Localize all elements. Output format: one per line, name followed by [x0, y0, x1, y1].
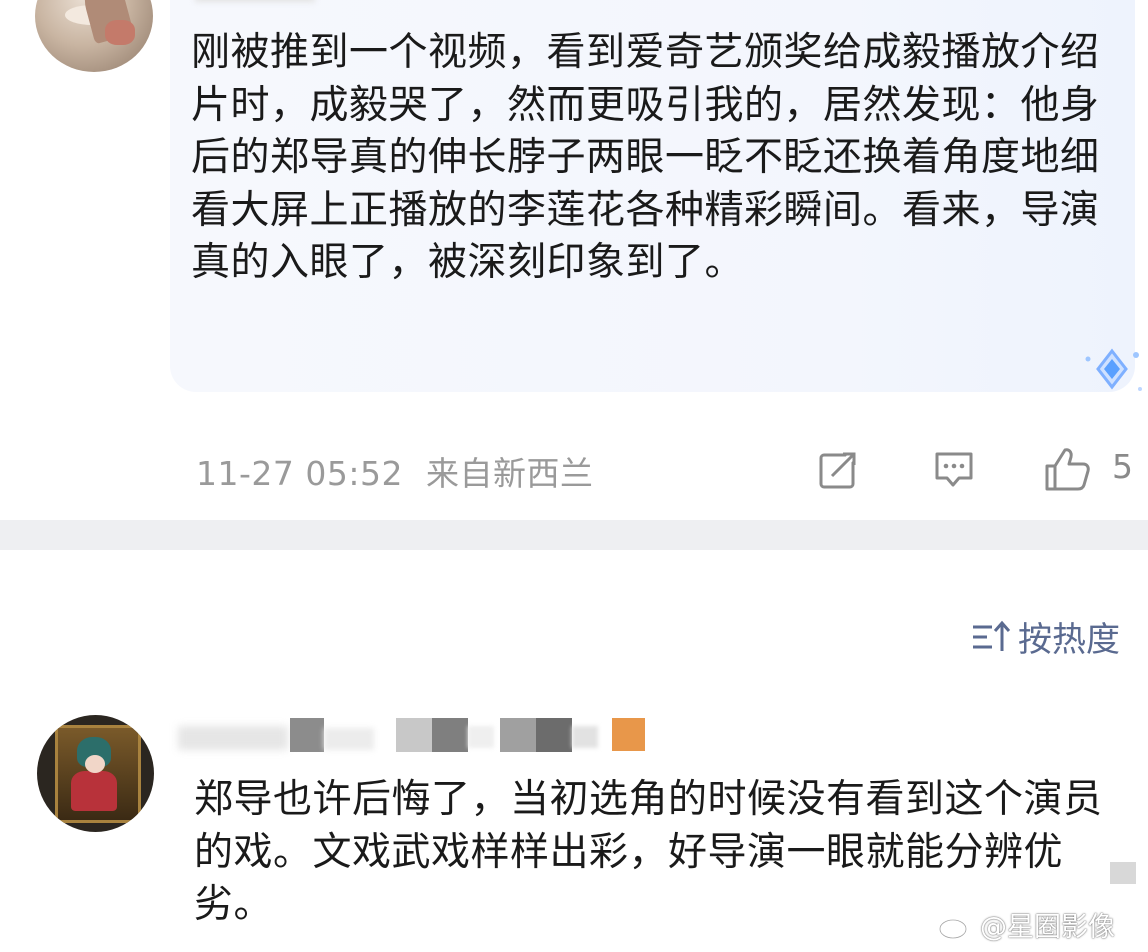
weibo-logo-icon	[938, 912, 973, 939]
comment-meta: 11-27 05:52 来自新西兰	[196, 447, 593, 495]
sort-by-popularity-button[interactable]: 按热度	[970, 612, 1120, 661]
comment-icon[interactable]	[933, 450, 975, 490]
watermark-text: @星圈影像	[980, 912, 1115, 943]
share-icon[interactable]	[818, 450, 858, 490]
thumbs-up-icon[interactable]	[1043, 446, 1091, 492]
avatar-detail	[85, 755, 105, 773]
avatar-detail	[71, 771, 117, 811]
avatar-detail	[105, 20, 135, 45]
sort-label: 按热度	[1018, 620, 1120, 660]
like-count: 5	[1112, 447, 1133, 486]
sparkle-icon	[1085, 348, 1142, 391]
sort-icon	[973, 620, 1011, 651]
blur-patch	[1110, 862, 1136, 884]
user-badge	[612, 718, 645, 751]
comment-location: 来自新西兰	[425, 454, 594, 493]
commenter-name-obscured[interactable]	[178, 716, 648, 756]
section-divider	[0, 520, 1148, 550]
comment-timestamp: 11-27 05:52	[196, 454, 403, 493]
watermark: @星圈影像	[938, 905, 1115, 944]
commenter-avatar[interactable]	[35, 0, 153, 72]
comment-text: 刚被推到一个视频，看到爱奇艺颁奖给成毅播放介绍片时，成毅哭了，然而更吸引我的，居…	[191, 30, 1100, 285]
commenter-name-cropped[interactable]	[195, 0, 455, 8]
commenter-avatar[interactable]	[37, 715, 154, 832]
